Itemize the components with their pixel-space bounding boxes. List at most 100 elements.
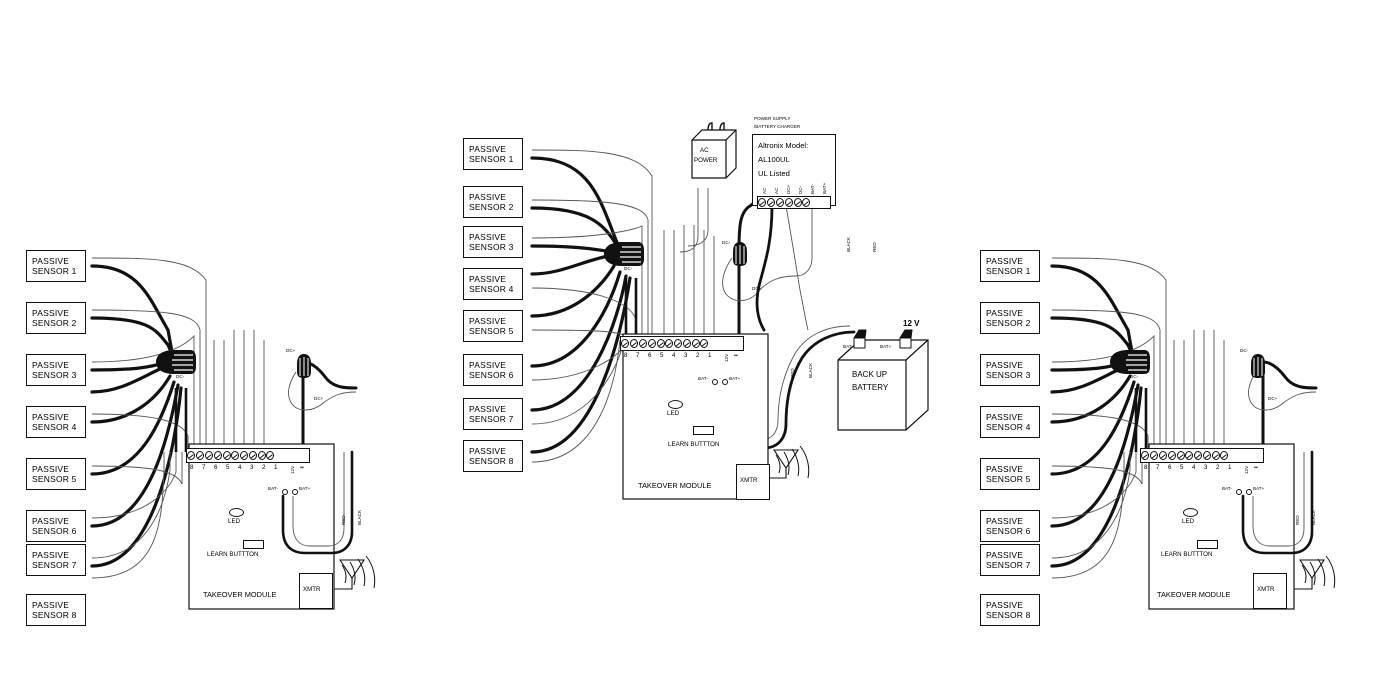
- sensor-label-line1: PASSIVE: [986, 360, 1024, 370]
- terminal-ground[interactable]: [700, 339, 709, 348]
- ground-symbol-icon: ⏕: [300, 464, 304, 471]
- sensor-label-line2: SENSOR 7: [986, 560, 1031, 570]
- sensor-label-line1: PASSIVE: [986, 600, 1024, 610]
- sensor-box: PASSIVE SENSOR 3: [26, 354, 86, 386]
- learn-button-label: LEARN BUTTTON: [1161, 551, 1213, 558]
- terminal-7[interactable]: [1150, 451, 1159, 460]
- wire-label-black: BLACK: [1311, 509, 1316, 525]
- ps-wire-label-dc-neg: DC-: [722, 240, 731, 245]
- terminal-number: 6: [648, 352, 652, 359]
- terminal-number: 8: [190, 464, 194, 471]
- power-supply-caption-line2: /BATTERY CHARGER: [754, 124, 801, 129]
- ps-terminal-bat-neg[interactable]: [793, 198, 802, 207]
- sensor-label-line1: PASSIVE: [32, 600, 70, 610]
- terminal-number: 1: [1228, 464, 1232, 471]
- bat-neg-label: BAT-: [268, 486, 278, 491]
- sensor-box: PASSIVE SENSOR 5: [26, 458, 86, 490]
- terminal-ground[interactable]: [1220, 451, 1229, 460]
- terminal-3[interactable]: [1185, 451, 1194, 460]
- terminal-4[interactable]: [656, 339, 665, 348]
- sensor-label-line2: SENSOR 8: [32, 610, 77, 620]
- ps-terminal-dc-neg[interactable]: [784, 198, 793, 207]
- sensor-label-line1: PASSIVE: [32, 550, 70, 560]
- terminal-7[interactable]: [630, 339, 639, 348]
- bat-neg-post[interactable]: [282, 489, 288, 495]
- sensor-box: PASSIVE SENSOR 4: [980, 406, 1040, 438]
- terminal-3[interactable]: [665, 339, 674, 348]
- learn-button[interactable]: [243, 540, 264, 549]
- terminal-5[interactable]: [1167, 451, 1176, 460]
- battery-bat-neg-label: BAT-: [843, 344, 853, 349]
- ps-terminal-ac1[interactable]: [758, 198, 767, 207]
- terminal-3[interactable]: [231, 451, 240, 460]
- ac-power-label-line1: AC: [700, 147, 709, 154]
- terminal-12v[interactable]: [257, 451, 266, 460]
- battery-label-line2: BATTERY: [852, 383, 889, 392]
- terminal-label-12v: 12V: [724, 353, 729, 362]
- terminal-2[interactable]: [674, 339, 683, 348]
- terminal-number: 1: [274, 464, 278, 471]
- sensor-label-line1: PASSIVE: [469, 144, 507, 154]
- sensor-label-line2: SENSOR 5: [32, 474, 77, 484]
- sensor-label-line2: SENSOR 4: [469, 284, 514, 294]
- terminal-7[interactable]: [196, 451, 205, 460]
- sensor-box: PASSIVE SENSOR 3: [980, 354, 1040, 386]
- terminal-2[interactable]: [240, 451, 249, 460]
- power-supply-terminal-strip[interactable]: [757, 196, 831, 209]
- terminal-strip[interactable]: [1140, 448, 1264, 463]
- terminal-strip[interactable]: [186, 448, 310, 463]
- sensor-box: PASSIVE SENSOR 7: [26, 544, 86, 576]
- led-label: LED: [1182, 518, 1195, 525]
- terminal-number: 5: [660, 352, 664, 359]
- sensor-label-line2: SENSOR 2: [469, 202, 514, 212]
- terminal-1[interactable]: [1202, 451, 1211, 460]
- wire-label-black: BLACK: [357, 509, 362, 525]
- terminal-8[interactable]: [621, 339, 630, 348]
- terminal-8[interactable]: [187, 451, 196, 460]
- terminal-number: 2: [696, 352, 700, 359]
- terminal-number: 8: [1144, 464, 1148, 471]
- ps-terminal-label: BAT-: [810, 184, 815, 194]
- terminal-4[interactable]: [222, 451, 231, 460]
- terminal-8[interactable]: [1141, 451, 1150, 460]
- learn-button-label: LEARN BUTTTON: [207, 551, 259, 558]
- terminal-1[interactable]: [682, 339, 691, 348]
- terminal-6[interactable]: [204, 451, 213, 460]
- wire-label-black-2: BLACK: [808, 362, 813, 378]
- battery-bat-pos-label: BAT+: [880, 344, 892, 349]
- bat-pos-post[interactable]: [292, 489, 298, 495]
- ps-terminal-label: BAT+: [822, 182, 827, 194]
- terminal-5[interactable]: [647, 339, 656, 348]
- terminal-6[interactable]: [638, 339, 647, 348]
- sensor-label-line2: SENSOR 1: [986, 266, 1031, 276]
- sensor-label-line2: SENSOR 3: [32, 370, 77, 380]
- sensor-box: PASSIVE SENSOR 8: [463, 440, 523, 472]
- ps-terminal-dc-pos[interactable]: [775, 198, 784, 207]
- wire-label-red: RED: [1295, 515, 1300, 525]
- sensor-box: PASSIVE SENSOR 7: [463, 398, 523, 430]
- terminal-12v[interactable]: [691, 339, 700, 348]
- bat-neg-post[interactable]: [1236, 489, 1242, 495]
- bat-pos-post[interactable]: [1246, 489, 1252, 495]
- ps-terminal-ac2[interactable]: [767, 198, 776, 207]
- sensor-label-line2: SENSOR 3: [469, 242, 514, 252]
- terminal-6[interactable]: [1158, 451, 1167, 460]
- bat-neg-post[interactable]: [712, 379, 718, 385]
- sensor-label-line2: SENSOR 3: [986, 370, 1031, 380]
- sensor-label-line2: SENSOR 5: [986, 474, 1031, 484]
- bat-pos-post[interactable]: [722, 379, 728, 385]
- sensor-label-line1: PASSIVE: [986, 550, 1024, 560]
- terminal-2[interactable]: [1194, 451, 1203, 460]
- terminal-4[interactable]: [1176, 451, 1185, 460]
- sensor-label-line1: PASSIVE: [32, 464, 70, 474]
- terminal-strip[interactable]: [620, 336, 744, 351]
- terminal-5[interactable]: [213, 451, 222, 460]
- learn-button[interactable]: [1197, 540, 1218, 549]
- terminal-ground[interactable]: [266, 451, 275, 460]
- terminal-number: 4: [1192, 464, 1196, 471]
- terminal-12v[interactable]: [1211, 451, 1220, 460]
- terminal-number: 4: [672, 352, 676, 359]
- ps-terminal-bat-pos[interactable]: [802, 198, 811, 207]
- terminal-1[interactable]: [248, 451, 257, 460]
- learn-button[interactable]: [693, 426, 714, 435]
